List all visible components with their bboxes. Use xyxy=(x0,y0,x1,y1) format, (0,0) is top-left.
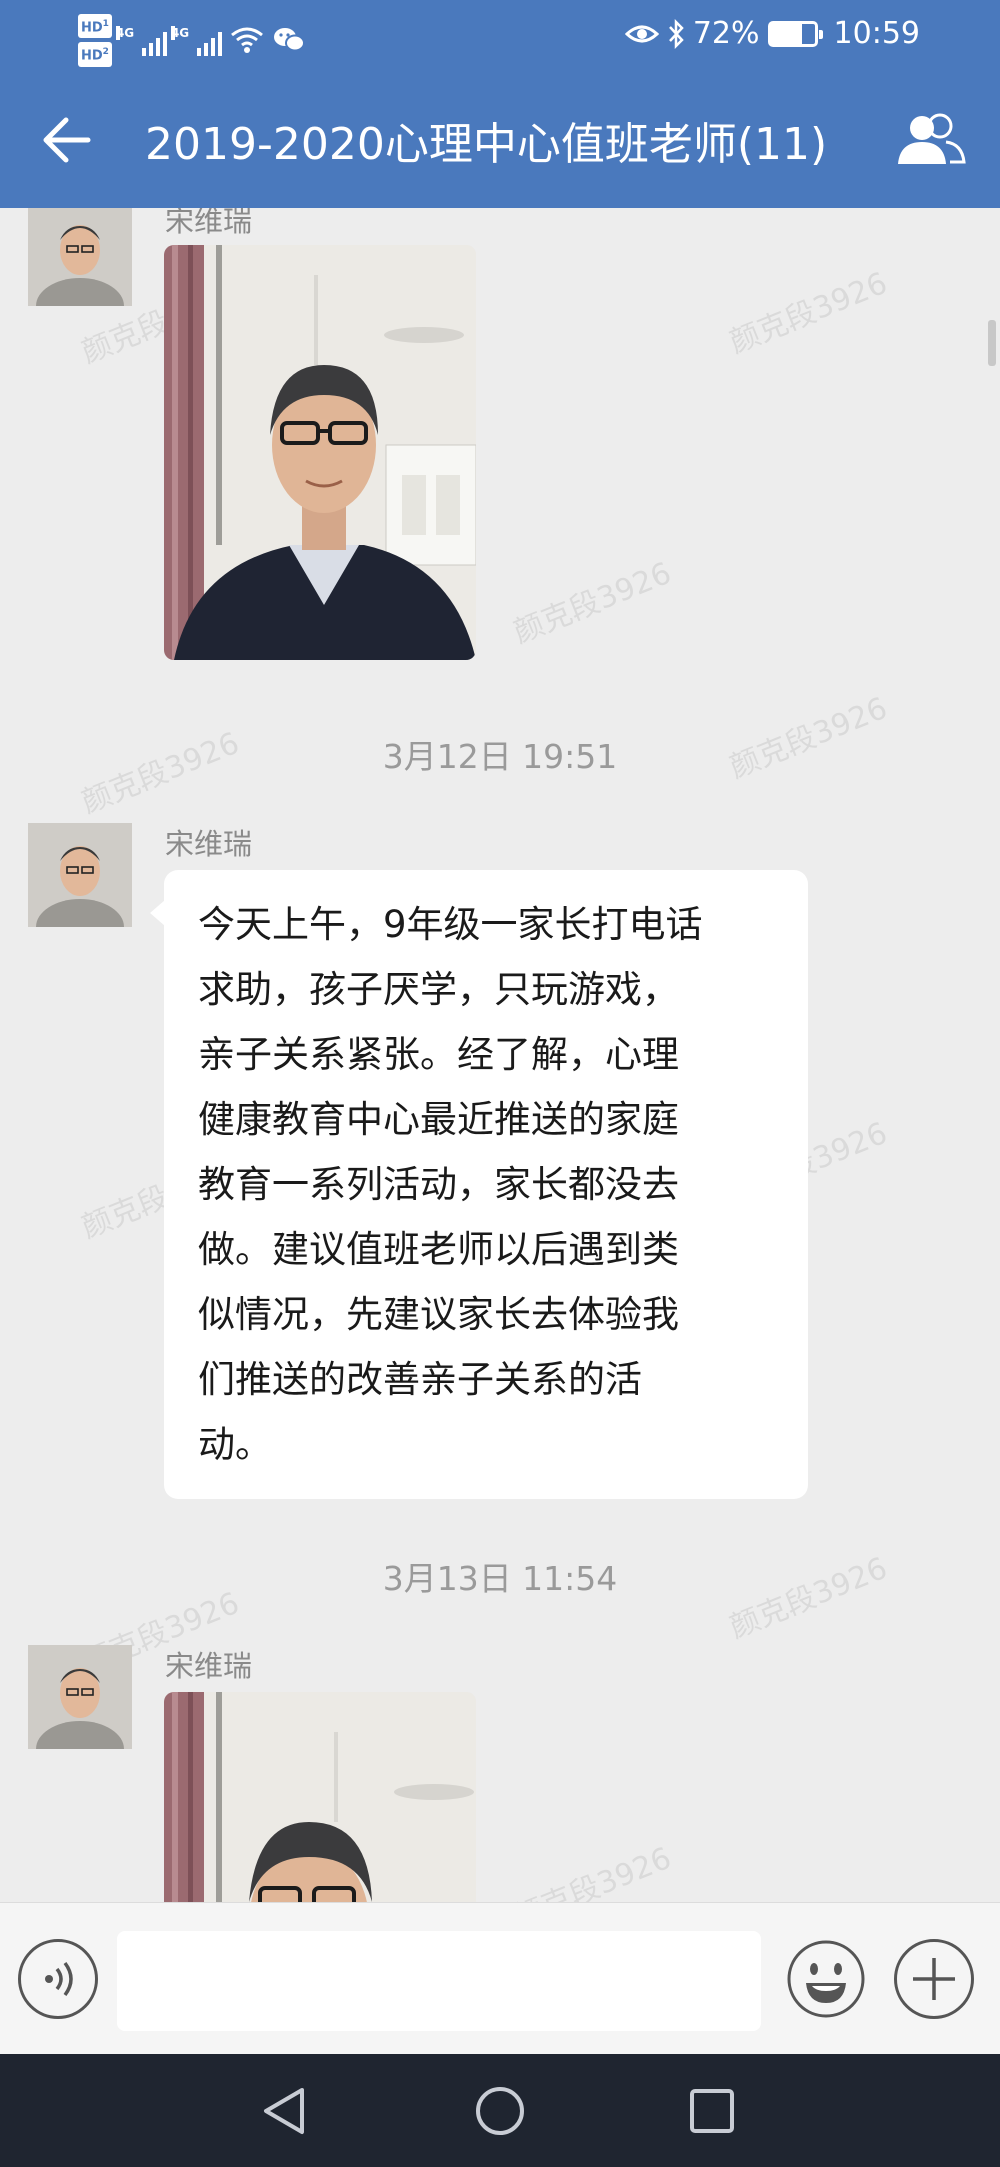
nav-recent-icon[interactable] xyxy=(685,2084,739,2138)
message-line: 健康教育中心最近推送的家庭 xyxy=(198,1098,679,1141)
battery-level xyxy=(770,23,803,44)
scrollbar[interactable] xyxy=(988,320,996,366)
sender-name: 宋维瑞 xyxy=(165,1649,253,1683)
system-nav-bar xyxy=(0,2054,1000,2167)
voice-icon xyxy=(45,1961,73,1997)
signal-icon: 4G xyxy=(115,24,167,57)
sender-name: 宋维瑞 xyxy=(165,208,253,238)
chat-area[interactable]: 颜克段3926 颜克段3926 颜克段3926 颜克段3926 颜克段3926 … xyxy=(0,208,1000,1902)
chat-title: 2019-2020心理中心值班老师(11) xyxy=(145,119,828,170)
signal-icon: 4G xyxy=(170,24,222,57)
plus-button[interactable] xyxy=(894,1939,974,2019)
message-input[interactable] xyxy=(117,1931,761,2031)
watermark: 颜克段3926 xyxy=(508,555,677,651)
portrait-photo xyxy=(164,245,476,660)
timestamp: 3月12日 19:51 xyxy=(382,737,618,776)
image-message[interactable] xyxy=(164,245,476,660)
watermark: 颜克段3926 xyxy=(724,265,893,361)
hd-indicator: HD1 HD2 xyxy=(78,12,112,69)
message-line: 们推送的改善亲子关系的活 xyxy=(198,1358,642,1401)
battery-percent: 72% xyxy=(692,16,760,51)
message-line: 做。建议值班老师以后遇到类 xyxy=(198,1228,679,1271)
top-bar: HD1 HD2 4G 4G 72% 10:59 2019-2020心理中心值班老… xyxy=(0,0,1000,208)
plus-icon xyxy=(913,1958,955,2000)
sender-name: 宋维瑞 xyxy=(165,827,253,861)
portrait-photo xyxy=(164,1692,476,1902)
wechat-icon xyxy=(273,28,305,52)
wifi-icon xyxy=(231,27,263,54)
avatar[interactable] xyxy=(28,1645,132,1749)
status-bar: HD1 HD2 4G 4G 72% 10:59 xyxy=(0,0,1000,76)
emoji-icon[interactable] xyxy=(786,1939,866,2019)
message-line: 似情况，先建议家长去体验我 xyxy=(198,1293,679,1336)
nav-home-icon[interactable] xyxy=(473,2084,527,2138)
watermark: 颜克段3926 xyxy=(508,1840,677,1902)
avatar[interactable] xyxy=(28,823,132,927)
group-members-icon[interactable] xyxy=(896,112,966,168)
eye-icon xyxy=(624,25,659,42)
timestamp: 3月13日 11:54 xyxy=(382,1559,618,1598)
back-arrow-icon[interactable] xyxy=(40,114,92,166)
bluetooth-icon xyxy=(668,18,684,49)
message-line: 亲子关系紧张。经了解，心理 xyxy=(198,1033,679,1076)
nav-back-icon[interactable] xyxy=(258,2084,312,2138)
clock: 10:59 xyxy=(833,16,920,51)
chat-header: 2019-2020心理中心值班老师(11) xyxy=(0,76,1000,208)
avatar[interactable] xyxy=(28,208,132,306)
battery-icon xyxy=(767,20,823,47)
image-message[interactable] xyxy=(164,1692,476,1902)
message-line: 今天上午，9年级一家长打电话 xyxy=(198,903,703,946)
text-message-bubble[interactable]: 今天上午，9年级一家长打电话 求助，孩子厌学，只玩游戏， 亲子关系紧张。经了解，… xyxy=(150,870,808,1499)
input-bar xyxy=(0,1902,1000,2054)
message-line: 教育一系列活动，家长都没去 xyxy=(198,1163,679,1206)
voice-button[interactable] xyxy=(18,1939,98,2019)
message-line: 动。 xyxy=(198,1423,272,1466)
message-line: 求助，孩子厌学，只玩游戏， xyxy=(198,968,679,1011)
